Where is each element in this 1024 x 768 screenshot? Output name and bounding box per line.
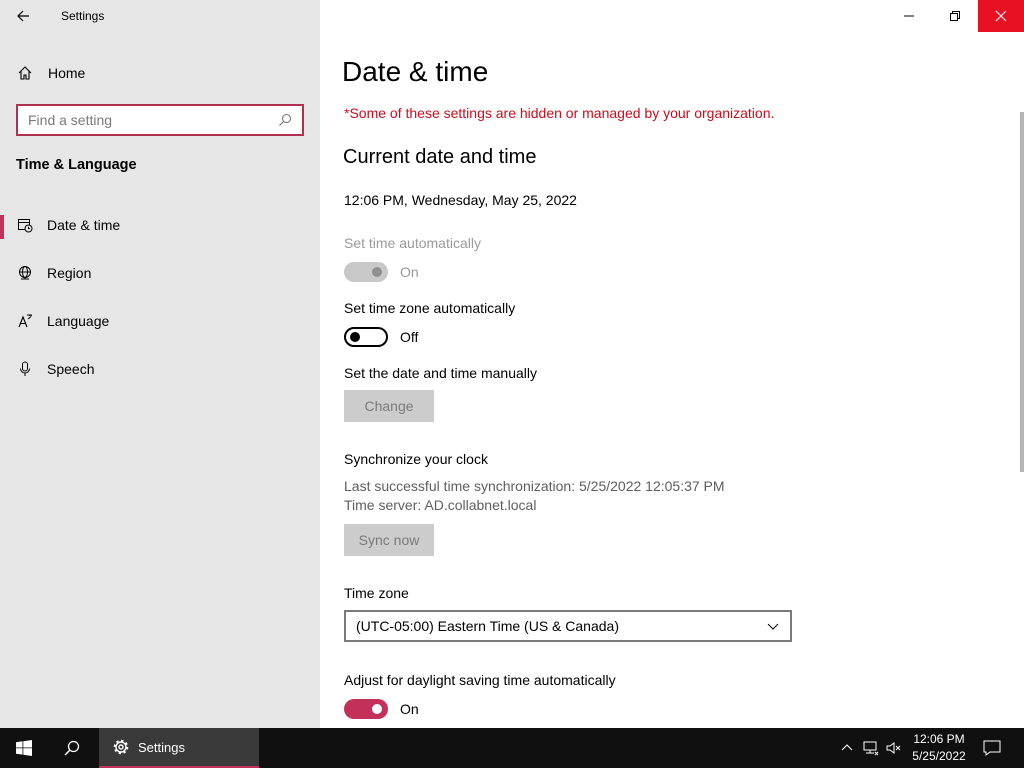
calendar-clock-icon [18,219,33,233]
search-icon [64,740,80,756]
home-nav-item[interactable]: Home [0,56,320,90]
set-tz-auto-label: Set time zone automatically [344,300,516,316]
toggle-knob [372,267,382,277]
language-icon [18,314,32,328]
sidebar-item-speech[interactable]: Speech [0,351,320,387]
dst-label: Adjust for daylight saving time automati… [344,672,616,688]
taskbar-search-button[interactable] [48,728,96,768]
home-icon [18,66,32,80]
sidebar-item-date-time[interactable]: Date & time [0,207,320,243]
managed-warning: *Some of these settings are hidden or ma… [344,105,775,121]
chevron-down-icon [767,623,779,630]
dst-toggle[interactable] [344,699,388,719]
search-input[interactable]: Find a setting [16,104,304,136]
current-date-value: 12:06 PM, Wednesday, May 25, 2022 [344,192,577,208]
sidebar-item-label: Region [47,265,92,281]
dst-state: On [400,701,419,717]
sync-heading: Synchronize your clock [344,451,488,467]
dst-toggle-row: On [344,699,419,719]
network-button[interactable] [860,728,882,768]
show-hidden-icons-button[interactable] [838,728,856,768]
sidebar-item-region[interactable]: Region [0,255,320,291]
search-placeholder: Find a setting [28,112,113,128]
sync-now-button[interactable]: Sync now [344,524,434,556]
chevron-up-icon [841,744,853,751]
time-server-text: Time server: AD.collabnet.local [344,497,537,513]
search-icon [279,113,292,126]
home-label: Home [48,65,86,81]
title-bar: Settings [0,0,320,32]
start-button[interactable] [0,728,48,768]
volume-muted-icon [886,742,901,754]
taskbar-time: 12:06 PM [913,732,965,746]
volume-button[interactable] [884,728,904,768]
app-title: Settings [61,9,105,23]
change-button[interactable]: Change [344,390,434,422]
globe-icon [19,266,31,280]
page-title: Date & time [342,56,489,87]
set-time-auto-label: Set time automatically [344,235,481,251]
taskbar-clock[interactable]: 12:06 PM 5/25/2022 [904,731,974,765]
microphone-icon [20,361,30,376]
toggle-knob [372,704,382,714]
sidebar-item-language[interactable]: Language [0,303,320,339]
timezone-value: (UTC-05:00) Eastern Time (US & Canada) [356,618,619,634]
action-center-button[interactable] [978,728,1006,768]
set-tz-auto-toggle[interactable] [344,327,388,347]
set-time-auto-toggle-row: On [344,262,419,282]
back-arrow-icon [17,10,29,22]
network-icon [863,741,879,756]
timezone-select[interactable]: (UTC-05:00) Eastern Time (US & Canada) [344,610,792,642]
taskbar-settings-app[interactable]: Settings [99,728,259,768]
back-button[interactable] [0,0,46,32]
manual-date-label: Set the date and time manually [344,365,538,381]
toggle-knob [350,332,360,342]
sidebar-item-label: Language [47,313,110,329]
notification-icon [983,740,1001,756]
sidebar-item-label: Date & time [47,217,121,233]
taskbar-date: 5/25/2022 [912,749,966,763]
timezone-label: Time zone [344,585,409,601]
section-title: Time & Language [16,157,137,173]
sidebar: Settings Home Find a setting Time & Lang… [0,0,320,728]
taskbar: Settings 12:06 PM 5/25/2022 [0,728,1024,768]
scrollbar[interactable] [1020,112,1024,472]
main-content: Date & time *Some of these settings are … [320,0,1024,728]
sidebar-item-label: Speech [47,361,95,377]
windows-logo-icon [16,740,32,756]
taskbar-app-label: Settings [138,739,185,755]
set-tz-auto-toggle-row: Off [344,327,418,347]
set-tz-auto-state: Off [400,329,419,345]
set-time-auto-state: On [400,264,419,280]
gear-icon [113,739,129,755]
last-sync-text: Last successful time synchronization: 5/… [344,478,725,494]
current-date-heading: Current date and time [343,146,537,168]
set-time-auto-toggle[interactable] [344,262,388,282]
